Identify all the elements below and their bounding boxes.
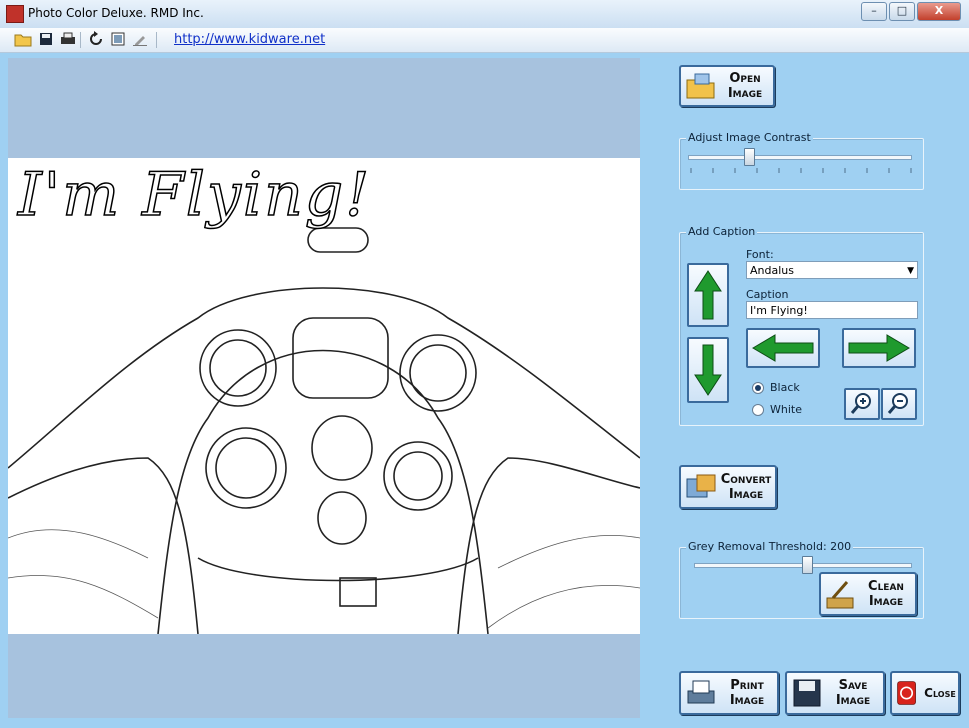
window-title: Photo Color Deluxe. RMD Inc. [28,6,204,20]
convert-image-button[interactable]: Convert Image [679,465,777,509]
radio-black-label: Black [770,381,800,394]
print-image-button[interactable]: Print Image [679,671,779,715]
contrast-group: Adjust Image Contrast [679,131,924,190]
caption-input[interactable]: I'm Flying! [746,301,918,319]
app-icon [6,5,24,23]
convert-image-icon [686,474,716,498]
close-button[interactable]: Close [890,671,960,715]
font-select-value: Andalus [750,264,794,277]
convert-image-label: Convert Image [720,472,772,502]
zoom-out-button[interactable] [881,388,917,420]
title-bar: Photo Color Deluxe. RMD Inc. – □ X [0,0,969,29]
chevron-down-icon: ▼ [907,266,914,276]
image-icon[interactable] [109,31,127,48]
contrast-slider-ticks [690,168,912,173]
rotate-icon[interactable] [87,31,105,48]
pen-icon[interactable] [131,31,149,48]
window-close-button[interactable]: X [917,2,961,21]
clean-image-label: Clean Image [868,579,904,609]
grey-removal-slider-thumb[interactable] [802,556,813,574]
arrow-right-icon [848,334,910,362]
radio-black-indicator [752,381,764,394]
add-caption-legend: Add Caption [686,225,758,238]
grey-removal-legend: Grey Removal Threshold: 200 [686,540,854,553]
toolbar-separator [156,32,157,48]
open-folder-icon [686,73,715,99]
contrast-slider-thumb[interactable] [743,148,755,166]
website-link[interactable]: http://www.kidware.net [174,32,325,47]
toolbar: http://www.kidware.net [0,28,969,53]
broom-icon [826,581,854,609]
open-image-button[interactable]: Open Image [679,65,775,107]
save-disk-icon [793,679,821,707]
zoom-in-icon [850,393,871,414]
arrow-left-icon [752,334,814,362]
print-icon[interactable] [59,31,77,48]
font-select[interactable]: Andalus ▼ [746,261,918,279]
save-image-label: Save Image [835,678,871,708]
arrow-up-icon [694,270,722,320]
arrow-down-icon [694,344,722,396]
move-caption-down-button[interactable] [687,337,729,403]
printer-icon [687,680,715,704]
close-label: Close [924,685,956,700]
font-label: Font: [746,248,774,261]
contrast-legend: Adjust Image Contrast [686,131,813,144]
radio-white-indicator [752,403,764,416]
save-disk-icon[interactable] [37,31,55,48]
print-image-label: Print Image [729,678,765,708]
zoom-out-icon [887,393,908,414]
minimize-button[interactable]: – [861,2,887,21]
save-image-button[interactable]: Save Image [785,671,885,715]
image-caption-text: I'm Flying! [17,159,372,231]
zoom-in-button[interactable] [844,388,880,420]
open-image-label: Open Image [727,71,763,101]
move-caption-up-button[interactable] [687,263,729,327]
move-caption-left-button[interactable] [746,328,820,368]
move-caption-right-button[interactable] [842,328,916,368]
radio-black[interactable]: Black [752,381,800,394]
clean-image-button[interactable]: Clean Image [819,572,917,616]
photo-image: I'm Flying! [8,158,640,634]
maximize-button[interactable]: □ [889,2,915,21]
window-controls: – □ X [861,2,961,21]
power-icon [897,681,916,705]
open-folder-icon[interactable] [14,31,32,48]
caption-label: Caption [746,288,789,301]
contrast-slider-track[interactable] [688,155,912,160]
radio-white[interactable]: White [752,403,802,416]
toolbar-separator [80,32,81,48]
radio-white-label: White [770,403,802,416]
add-caption-group: Add Caption Font: Andalus ▼ Caption I'm … [679,225,924,426]
